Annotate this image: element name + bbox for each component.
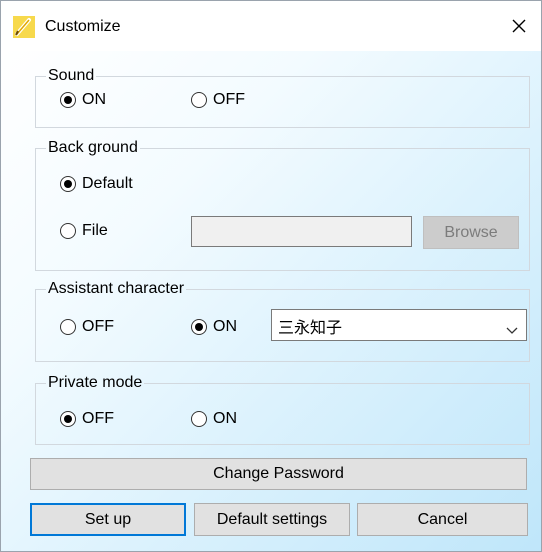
private-off-radio[interactable]: OFF [60,410,114,428]
set-up-button[interactable]: Set up [30,503,186,536]
assistant-character-group-label: Assistant character [48,280,185,297]
radio-indicator [60,92,76,108]
assistant-off-label: OFF [82,318,114,335]
assistant-on-radio[interactable]: ON [191,318,237,336]
close-button[interactable] [497,1,541,51]
background-file-radio[interactable]: File [60,222,108,240]
sound-off-label: OFF [213,91,245,108]
radio-indicator [60,223,76,239]
radio-indicator [191,92,207,108]
radio-indicator [60,176,76,192]
change-password-button[interactable]: Change Password [30,458,527,490]
private-on-label: ON [213,410,237,427]
background-default-radio[interactable]: Default [60,175,133,193]
radio-indicator [191,319,207,335]
private-on-radio[interactable]: ON [191,410,237,428]
character-select[interactable]: 三永知子 [271,309,527,341]
dialog-body: Sound ON OFF Back ground Default File Br… [1,51,541,551]
chevron-down-icon [506,320,518,339]
default-settings-button[interactable]: Default settings [194,503,350,536]
assistant-off-radio[interactable]: OFF [60,318,114,336]
radio-indicator [60,411,76,427]
sound-group-label: Sound [48,67,95,84]
customize-window: Customize Sound ON OFF Back ground Defau… [0,0,542,552]
file-path-field[interactable] [191,216,412,247]
close-icon [512,19,526,33]
sound-on-label: ON [82,91,106,108]
sound-off-radio[interactable]: OFF [191,91,245,109]
background-group-label: Back ground [48,139,138,156]
private-off-label: OFF [82,410,114,427]
assistant-on-label: ON [213,318,237,335]
window-title: Customize [45,18,121,35]
browse-button[interactable]: Browse [423,216,519,249]
background-default-label: Default [82,175,133,192]
cancel-button[interactable]: Cancel [357,503,528,536]
character-select-value: 三永知子 [278,318,343,337]
sound-on-radio[interactable]: ON [60,91,106,109]
title-bar: Customize [1,1,541,51]
private-mode-group-label: Private mode [48,374,143,391]
radio-indicator [191,411,207,427]
sound-group: Sound [35,68,530,128]
pencil-icon [13,16,35,38]
radio-indicator [60,319,76,335]
background-group: Back ground [35,140,530,271]
background-file-label: File [82,222,108,239]
